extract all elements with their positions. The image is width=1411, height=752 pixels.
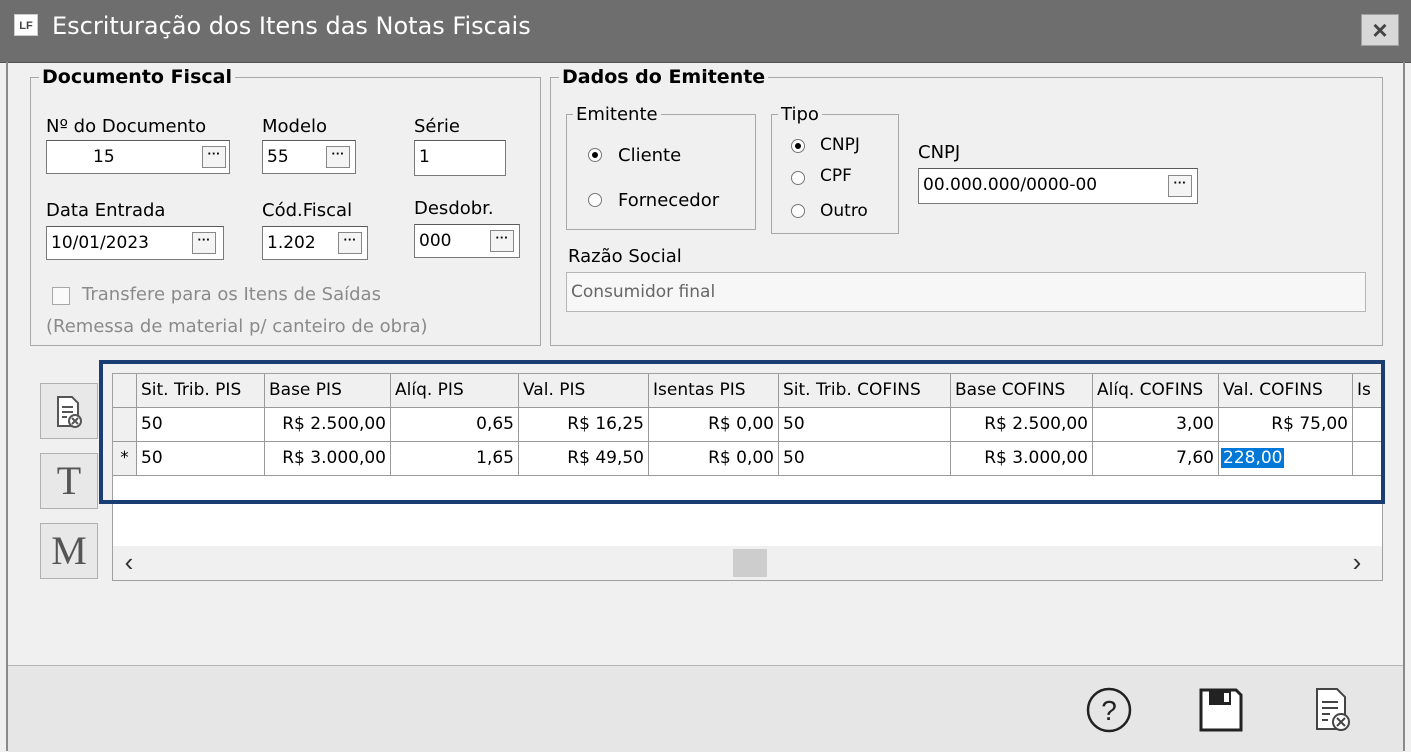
cnpj-lookup-button[interactable]: ··· — [1168, 175, 1192, 197]
help-button[interactable]: ? — [1084, 685, 1134, 735]
cell-isentas-pis[interactable]: R$ 0,00 — [649, 408, 779, 442]
cnpj-option-label: CNPJ — [820, 135, 860, 155]
dados-emitente-legend: Dados do Emitente — [562, 66, 766, 88]
cell-sit-trib-pis[interactable]: 50 — [137, 442, 265, 476]
cell-base-pis[interactable]: R$ 2.500,00 — [265, 408, 391, 442]
row-indicator[interactable]: * — [113, 442, 137, 476]
save-icon — [1199, 688, 1243, 732]
header-base-pis[interactable]: Base PIS — [265, 374, 391, 408]
numero-lookup-button[interactable]: ··· — [202, 146, 226, 168]
cell-isentas-cofins[interactable] — [1353, 442, 1382, 476]
razao-social-label: Razão Social — [568, 246, 682, 267]
scroll-left-arrow[interactable]: ‹ — [119, 548, 139, 578]
modelo-label: Modelo — [262, 116, 328, 137]
outro-option-label: Outro — [820, 201, 868, 221]
transfere-label: Transfere para os Itens de Saídas — [82, 284, 381, 305]
razao-social-field[interactable]: Consumidor final — [566, 272, 1366, 312]
window-title: Escrituração dos Itens das Notas Fiscais — [52, 12, 531, 40]
items-grid: Sit. Trib. PIS Base PIS Alíq. PIS Val. P… — [112, 373, 1383, 581]
serie-label: Série — [414, 116, 460, 137]
close-button[interactable]: × — [1361, 14, 1399, 46]
scroll-thumb[interactable] — [733, 549, 767, 577]
cell-aliq-cofins[interactable]: 7,60 — [1093, 442, 1219, 476]
cell-val-cofins[interactable]: R$ 75,00 — [1219, 408, 1353, 442]
desdobr-label: Desdobr. — [414, 198, 494, 219]
cell-sit-trib-pis[interactable]: 50 — [137, 408, 265, 442]
horizontal-scrollbar[interactable]: ‹ › — [113, 546, 1382, 580]
cancel-document-button[interactable] — [1308, 685, 1358, 735]
document-cancel-icon — [57, 396, 82, 428]
help-icon: ? — [1086, 687, 1132, 733]
numero-documento-label: Nº do Documento — [46, 116, 207, 137]
transfere-checkbox[interactable] — [52, 287, 70, 305]
cell-isentas-cofins[interactable] — [1353, 408, 1382, 442]
cell-aliq-cofins[interactable]: 3,00 — [1093, 408, 1219, 442]
header-isentas-cofins[interactable]: Is — [1353, 374, 1382, 408]
fornecedor-radio[interactable] — [588, 193, 602, 207]
cell-sit-trib-cofins[interactable]: 50 — [779, 408, 951, 442]
cell-aliq-pis[interactable]: 0,65 — [391, 408, 519, 442]
data-entrada-lookup-button[interactable]: ··· — [192, 232, 216, 254]
tipo-legend: Tipo — [781, 104, 819, 125]
app-icon: LF — [14, 14, 38, 36]
scroll-right-arrow[interactable]: › — [1347, 548, 1367, 578]
cnpj-radio[interactable] — [791, 139, 805, 153]
selected-cell-text[interactable]: 228,00 — [1221, 448, 1285, 468]
cancel-item-button[interactable] — [40, 383, 98, 439]
help-glyph: ? — [1101, 695, 1117, 726]
header-val-pis[interactable]: Val. PIS — [519, 374, 649, 408]
header-base-cofins[interactable]: Base COFINS — [951, 374, 1093, 408]
desdobr-lookup-button[interactable]: ··· — [490, 230, 514, 252]
remessa-label: (Remessa de material p/ canteiro de obra… — [46, 316, 428, 337]
header-sit-trib-pis[interactable]: Sit. Trib. PIS — [137, 374, 265, 408]
header-sit-trib-cofins[interactable]: Sit. Trib. COFINS — [779, 374, 951, 408]
footer-bar — [8, 665, 1403, 752]
cell-val-cofins-editing[interactable]: 228,00 — [1219, 442, 1353, 476]
cell-val-pis[interactable]: R$ 49,50 — [519, 442, 649, 476]
cod-fiscal-lookup-button[interactable]: ··· — [338, 232, 362, 254]
cell-base-cofins[interactable]: R$ 2.500,00 — [951, 408, 1093, 442]
emitente-legend: Emitente — [576, 104, 658, 125]
cell-base-pis[interactable]: R$ 3.000,00 — [265, 442, 391, 476]
header-indicator — [113, 374, 137, 408]
cpf-radio[interactable] — [791, 171, 805, 185]
header-aliq-pis[interactable]: Alíq. PIS — [391, 374, 519, 408]
cell-base-cofins[interactable]: R$ 3.000,00 — [951, 442, 1093, 476]
document-cancel-icon — [1316, 688, 1350, 731]
header-aliq-cofins[interactable]: Alíq. COFINS — [1093, 374, 1219, 408]
fornecedor-label: Fornecedor — [618, 190, 720, 211]
save-button[interactable] — [1196, 685, 1246, 735]
cnpj-field[interactable]: 00.000.000/0000-00 — [918, 168, 1198, 204]
t-button[interactable]: T — [40, 453, 98, 509]
data-entrada-label: Data Entrada — [46, 200, 166, 221]
cell-isentas-pis[interactable]: R$ 0,00 — [649, 442, 779, 476]
cnpj-label: CNPJ — [918, 142, 961, 163]
serie-field[interactable]: 1 — [414, 140, 506, 176]
outro-radio[interactable] — [791, 204, 805, 218]
m-button[interactable]: M — [40, 523, 98, 579]
cell-aliq-pis[interactable]: 1,65 — [391, 442, 519, 476]
row-indicator[interactable] — [113, 408, 137, 442]
documento-fiscal-legend: Documento Fiscal — [42, 66, 232, 88]
title-bar: LF Escrituração dos Itens das Notas Fisc… — [0, 0, 1411, 63]
modelo-lookup-button[interactable]: ··· — [326, 146, 350, 168]
emitente-group: Emitente — [566, 104, 756, 230]
cod-fiscal-label: Cód.Fiscal — [262, 200, 353, 221]
header-isentas-pis[interactable]: Isentas PIS — [649, 374, 779, 408]
cliente-radio[interactable] — [588, 148, 602, 162]
cliente-label: Cliente — [618, 145, 682, 166]
header-val-cofins[interactable]: Val. COFINS — [1219, 374, 1353, 408]
cell-sit-trib-cofins[interactable]: 50 — [779, 442, 951, 476]
cpf-option-label: CPF — [820, 166, 852, 186]
cell-val-pis[interactable]: R$ 16,25 — [519, 408, 649, 442]
